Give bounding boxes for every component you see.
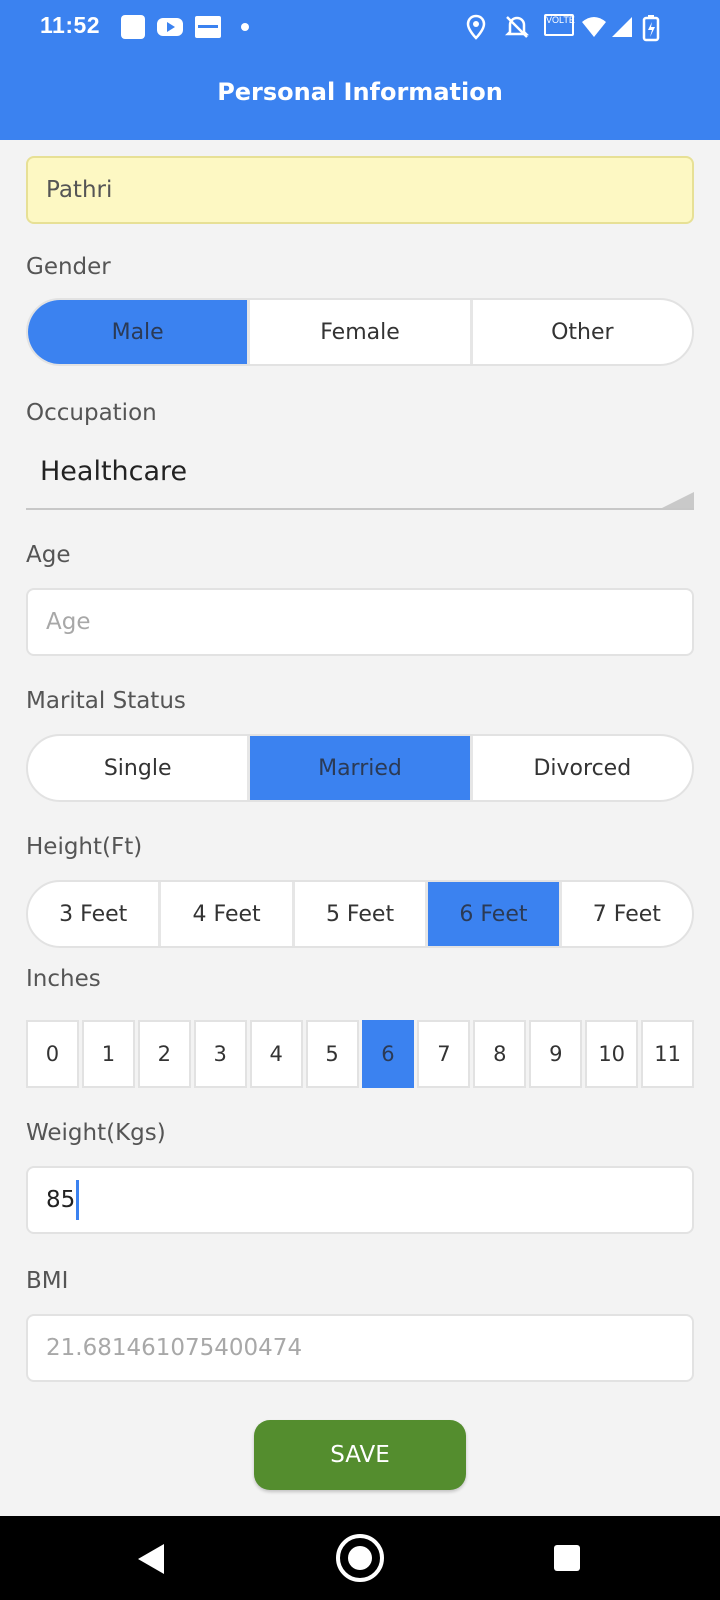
inch-option[interactable]: 2 — [137, 1020, 191, 1088]
location-icon — [466, 14, 486, 40]
bmi-field: 21.681461075400474 — [26, 1314, 694, 1382]
gender-option-male[interactable]: Male — [28, 300, 251, 364]
height-option-3[interactable]: 3 Feet — [28, 882, 162, 946]
age-label: Age — [26, 542, 71, 568]
inch-option[interactable]: 1 — [81, 1020, 135, 1088]
home-icon[interactable] — [336, 1534, 384, 1582]
height-selector: 3 Feet 4 Feet 5 Feet 6 Feet 7 Feet — [26, 880, 694, 948]
back-icon[interactable] — [138, 1544, 164, 1574]
text-cursor — [76, 1180, 80, 1220]
inch-option[interactable]: 9 — [529, 1020, 583, 1088]
marital-option-single[interactable]: Single — [28, 736, 251, 800]
marital-status-selector: Single Married Divorced — [26, 734, 694, 802]
recent-apps-icon[interactable] — [554, 1545, 580, 1571]
inch-option[interactable]: 7 — [417, 1020, 471, 1088]
inch-option[interactable]: 3 — [193, 1020, 247, 1088]
volte-badge: VOLTE — [544, 14, 575, 36]
occupation-label: Occupation — [26, 400, 157, 426]
more-notifications-icon — [241, 23, 249, 31]
marital-option-divorced[interactable]: Divorced — [473, 736, 692, 800]
height-label: Height(Ft) — [26, 834, 143, 860]
save-button[interactable]: SAVE — [254, 1420, 466, 1490]
paytm-icon — [195, 16, 221, 38]
mute-icon — [504, 16, 530, 38]
inches-selector: 0 1 2 3 4 5 6 7 8 9 10 11 — [26, 1020, 695, 1088]
inches-label: Inches — [26, 966, 101, 992]
name-value: Pathri — [46, 177, 113, 203]
status-bar: 11:52 VOLTE — [0, 0, 720, 52]
inch-option[interactable]: 5 — [305, 1020, 359, 1088]
inch-option[interactable]: 8 — [473, 1020, 527, 1088]
system-nav-bar — [0, 1516, 720, 1600]
bmi-value: 21.681461075400474 — [46, 1335, 303, 1361]
inch-option[interactable]: 4 — [249, 1020, 303, 1088]
marital-option-married[interactable]: Married — [250, 736, 473, 800]
wifi-icon — [582, 17, 606, 37]
page-title: Personal Information — [217, 78, 503, 106]
gender-option-female[interactable]: Female — [250, 300, 473, 364]
height-option-6[interactable]: 6 Feet — [428, 882, 562, 946]
inch-option[interactable]: 10 — [585, 1020, 639, 1088]
name-field[interactable]: Pathri — [26, 156, 694, 224]
height-option-5[interactable]: 5 Feet — [295, 882, 429, 946]
occupation-dropdown[interactable]: Healthcare — [26, 436, 694, 510]
inch-option[interactable]: 0 — [26, 1020, 79, 1088]
age-input[interactable]: Age — [26, 588, 694, 656]
gender-label: Gender — [26, 254, 111, 280]
age-placeholder: Age — [46, 609, 91, 635]
occupation-value: Healthcare — [40, 456, 188, 487]
dropdown-arrow-icon — [662, 492, 694, 508]
gender-selector: Male Female Other — [26, 298, 694, 366]
notification-app-icon — [121, 15, 145, 39]
status-time: 11:52 — [40, 12, 101, 38]
bmi-label: BMI — [26, 1268, 69, 1294]
app-bar: Personal Information — [0, 52, 720, 140]
height-option-4[interactable]: 4 Feet — [161, 882, 295, 946]
height-option-7[interactable]: 7 Feet — [562, 882, 692, 946]
youtube-icon — [157, 18, 183, 36]
weight-input[interactable]: 85 — [26, 1166, 694, 1234]
battery-icon — [642, 15, 660, 42]
signal-icon — [612, 17, 632, 37]
weight-label: Weight(Kgs) — [26, 1120, 166, 1146]
inch-option-selected[interactable]: 6 — [361, 1020, 415, 1088]
inch-option[interactable]: 11 — [641, 1020, 695, 1088]
gender-option-other[interactable]: Other — [473, 300, 692, 364]
weight-value: 85 — [46, 1187, 76, 1213]
marital-status-label: Marital Status — [26, 688, 186, 714]
